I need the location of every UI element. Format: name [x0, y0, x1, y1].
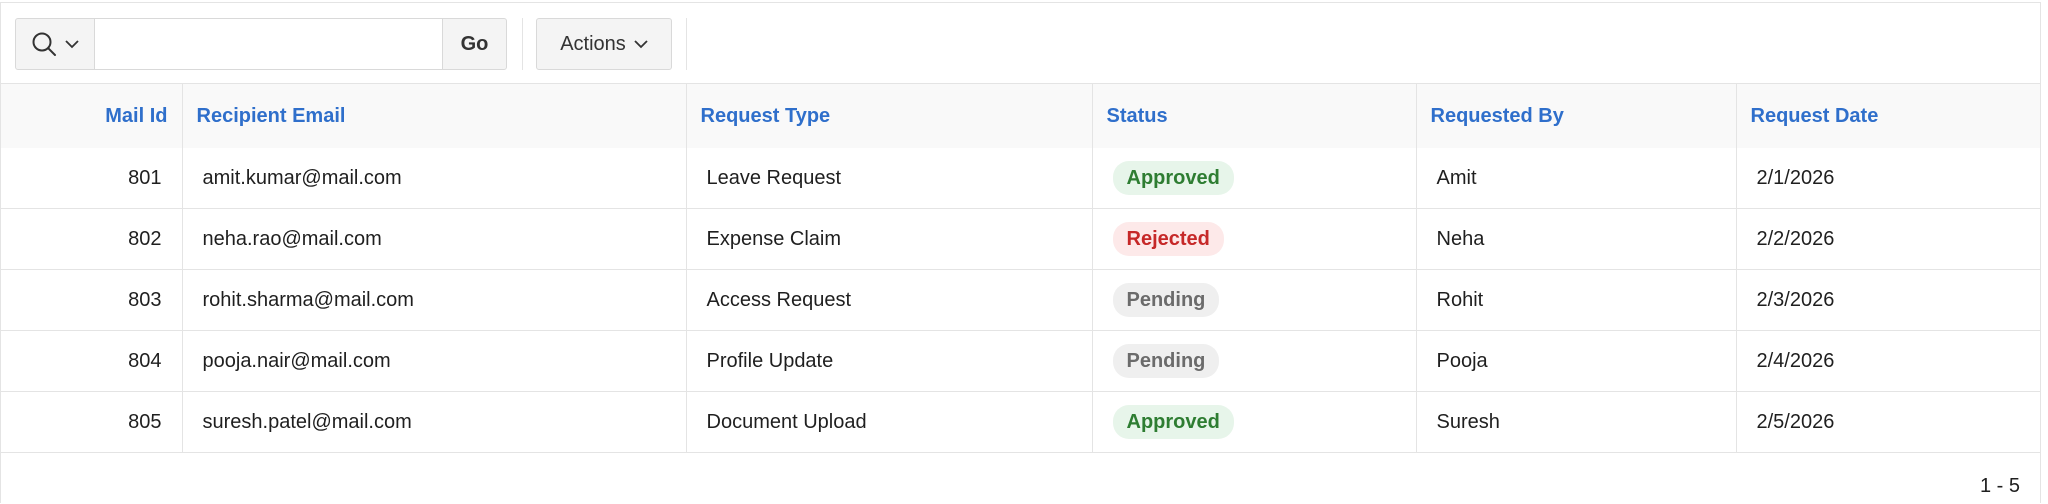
cell-request-type: Document Upload [686, 391, 1093, 453]
status-badge: Pending [1112, 283, 1220, 317]
cell-request-date: 2/5/2026 [1736, 391, 2040, 453]
cell-status: Pending [1092, 330, 1417, 392]
cell-requested-by: Rohit [1416, 269, 1737, 331]
cell-mail-id: 802 [1, 208, 183, 270]
report-toolbar: Go Actions [1, 3, 2040, 84]
report-table: Mail Id Recipient Email Request Type Sta… [1, 84, 2040, 453]
cell-status: Approved [1092, 148, 1417, 209]
chevron-down-icon [65, 40, 79, 49]
cell-request-type: Access Request [686, 269, 1093, 331]
toolbar-separator [686, 18, 687, 70]
search-icon [32, 32, 56, 56]
search-column-toggle[interactable] [15, 18, 95, 70]
interactive-report: Go Actions Mail Id Recipient Email Reque… [0, 2, 2041, 503]
go-button[interactable]: Go [442, 18, 507, 70]
cell-mail-id: 804 [1, 330, 183, 392]
chevron-down-icon [634, 40, 648, 49]
cell-request-date: 2/3/2026 [1736, 269, 2040, 331]
cell-request-type: Expense Claim [686, 208, 1093, 270]
cell-recipient-email: neha.rao@mail.com [182, 208, 687, 270]
cell-status: Rejected [1092, 208, 1417, 270]
cell-request-type: Leave Request [686, 148, 1093, 209]
status-badge: Approved [1112, 161, 1234, 195]
cell-request-date: 2/2/2026 [1736, 208, 2040, 270]
table-row: 804 pooja.nair@mail.com Profile Update P… [1, 330, 2040, 392]
table-row: 805 suresh.patel@mail.com Document Uploa… [1, 391, 2040, 453]
cell-recipient-email: suresh.patel@mail.com [182, 391, 687, 453]
search-group: Go [15, 18, 507, 70]
cell-status: Approved [1092, 391, 1417, 453]
column-header-recipient-email[interactable]: Recipient Email [182, 84, 687, 148]
cell-recipient-email: rohit.sharma@mail.com [182, 269, 687, 331]
cell-request-date: 2/4/2026 [1736, 330, 2040, 392]
column-header-mail-id[interactable]: Mail Id [1, 84, 183, 148]
cell-requested-by: Amit [1416, 148, 1737, 209]
table-row: 801 amit.kumar@mail.com Leave Request Ap… [1, 148, 2040, 209]
column-header-request-type[interactable]: Request Type [686, 84, 1093, 148]
table-row: 803 rohit.sharma@mail.com Access Request… [1, 269, 2040, 331]
actions-label: Actions [560, 32, 626, 55]
cell-mail-id: 803 [1, 269, 183, 331]
table-header-row: Mail Id Recipient Email Request Type Sta… [1, 84, 2040, 148]
cell-requested-by: Suresh [1416, 391, 1737, 453]
cell-status: Pending [1092, 269, 1417, 331]
toolbar-separator [522, 18, 523, 70]
cell-request-type: Profile Update [686, 330, 1093, 392]
cell-recipient-email: pooja.nair@mail.com [182, 330, 687, 392]
cell-requested-by: Pooja [1416, 330, 1737, 392]
search-input[interactable] [95, 18, 442, 70]
column-header-requested-by[interactable]: Requested By [1416, 84, 1737, 148]
pagination-range: 1 - 5 [1979, 475, 2020, 497]
status-badge: Pending [1112, 344, 1220, 378]
status-badge: Approved [1112, 405, 1234, 439]
report-footer: 1 - 5 [1, 458, 2040, 504]
column-header-request-date[interactable]: Request Date [1736, 84, 2040, 148]
cell-mail-id: 805 [1, 391, 183, 453]
cell-mail-id: 801 [1, 148, 183, 209]
cell-recipient-email: amit.kumar@mail.com [182, 148, 687, 209]
status-badge: Rejected [1112, 222, 1224, 256]
cell-requested-by: Neha [1416, 208, 1737, 270]
column-header-status[interactable]: Status [1092, 84, 1417, 148]
actions-menu-button[interactable]: Actions [536, 18, 672, 70]
table-row: 802 neha.rao@mail.com Expense Claim Reje… [1, 208, 2040, 270]
cell-request-date: 2/1/2026 [1736, 148, 2040, 209]
